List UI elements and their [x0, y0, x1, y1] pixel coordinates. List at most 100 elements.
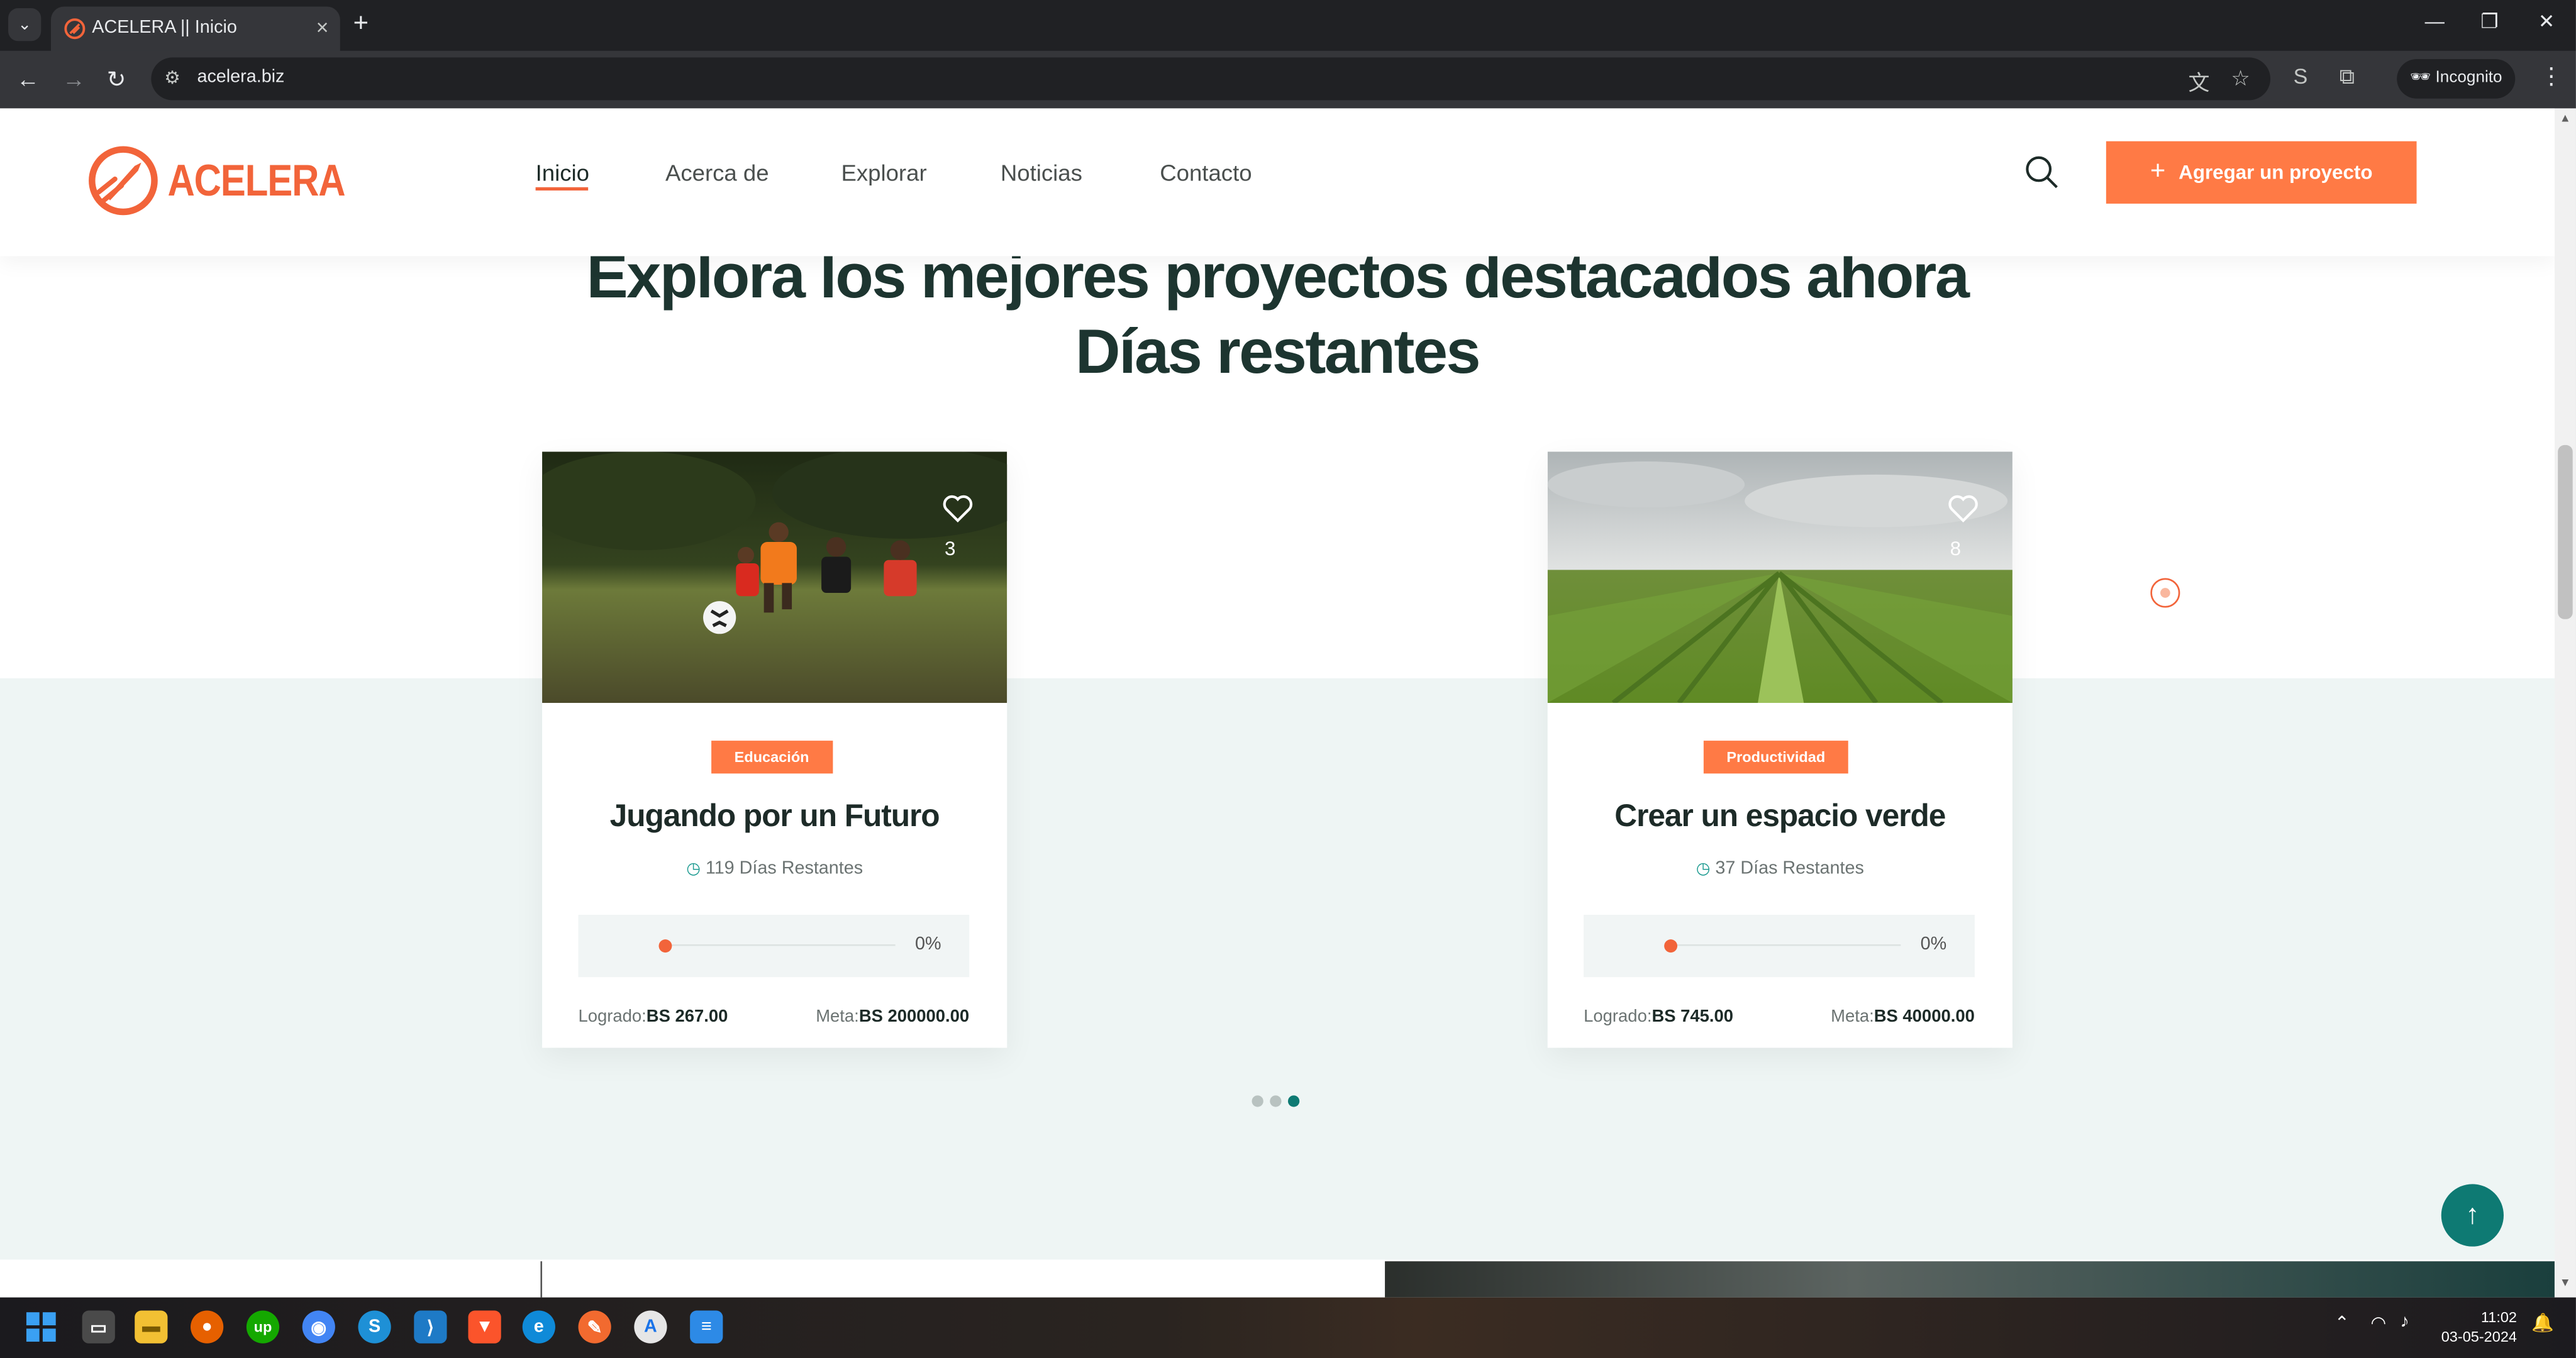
forward-icon[interactable]: → — [62, 64, 86, 94]
goal-amount: Meta:BS 200000.00 — [816, 1007, 969, 1026]
brave-icon[interactable]: ▼ — [468, 1310, 501, 1344]
project-card[interactable]: 8 Productividad Crear un espacio verde ◷… — [1547, 451, 2012, 1048]
tab-close-icon[interactable]: × — [316, 15, 329, 41]
minimize-icon[interactable]: — — [2425, 10, 2445, 33]
chrome-icon[interactable]: ◉ — [302, 1310, 335, 1344]
progress-indicator — [1664, 939, 1678, 953]
divider — [540, 1261, 543, 1298]
achieved-amount: Logrado:BS 745.00 — [1584, 1007, 1733, 1026]
goal-label: Meta: — [1831, 1007, 1874, 1027]
browser-toolbar: ← → ↻ ⚙ acelera.biz 文 ☆ S ⧉ 🕶 Incognito … — [0, 50, 2576, 109]
tray-overflow-icon[interactable]: ⌃ — [2334, 1312, 2350, 1333]
scroll-down-arrow-icon[interactable]: ▼ — [2560, 1278, 2571, 1289]
edge-icon[interactable]: e — [522, 1310, 555, 1344]
volume-icon[interactable]: ♪ — [2400, 1312, 2409, 1332]
category-badge[interactable]: Educación — [711, 741, 833, 774]
notifications-bell-icon[interactable]: 🔔 — [2531, 1312, 2554, 1333]
site-favicon-icon — [64, 18, 86, 40]
clock-date: 03-05-2024 — [2441, 1328, 2518, 1345]
upwork-icon[interactable]: up — [246, 1310, 280, 1344]
heart-icon[interactable] — [1946, 493, 1979, 526]
nav-acerca-de[interactable]: Acerca de — [665, 159, 769, 185]
progress-box: 0% — [1584, 914, 1975, 978]
file-explorer-icon[interactable]: ▬ — [135, 1310, 168, 1344]
progress-percent: 0% — [914, 934, 941, 954]
web-page: ACELERA Inicio Acerca de Explorar Notici… — [0, 108, 2555, 1298]
browser-tab[interactable]: ACELERA || Inicio × — [50, 6, 340, 51]
favorites-count: 3 — [945, 537, 956, 560]
carousel-dot[interactable] — [1270, 1095, 1282, 1107]
browser-menu-icon[interactable]: ⋮ — [2540, 62, 2563, 90]
scrollbar-thumb[interactable] — [2558, 444, 2573, 619]
days-remaining: ◷ 119 Días Restantes — [542, 859, 1007, 878]
firefox-icon[interactable]: ● — [191, 1310, 224, 1344]
project-title[interactable]: Crear un espacio verde — [1548, 800, 2012, 836]
scroll-to-top-button[interactable]: ↑ — [2441, 1184, 2504, 1247]
restore-icon[interactable]: ❐ — [2480, 10, 2498, 33]
scroll-up-arrow-icon[interactable]: ▲ — [2560, 113, 2571, 124]
achieved-amount: Logrado:BS 267.00 — [578, 1007, 728, 1026]
days-remaining: ◷ 37 Días Restantes — [1548, 859, 2012, 878]
postman-icon[interactable]: ✎ — [578, 1310, 611, 1344]
reload-icon[interactable]: ↻ — [107, 64, 126, 94]
incognito-label: Incognito — [2435, 69, 2502, 87]
achieved-label: Logrado: — [578, 1007, 647, 1027]
task-view-icon[interactable]: ▭ — [82, 1310, 115, 1344]
skype-icon[interactable]: S — [358, 1310, 391, 1344]
tab-search-icon[interactable]: ⌄ — [8, 8, 42, 41]
project-image[interactable]: 8 — [1547, 451, 2012, 704]
site-header: ACELERA Inicio Acerca de Explorar Notici… — [0, 108, 2555, 257]
new-tab-icon[interactable]: + — [353, 10, 369, 40]
carousel-dot[interactable] — [1252, 1095, 1263, 1107]
notepad-icon[interactable]: ≡ — [690, 1310, 723, 1344]
translate-icon[interactable]: 文 — [2188, 65, 2209, 97]
progress-indicator — [658, 939, 672, 953]
heart-icon[interactable] — [941, 493, 974, 526]
extension-s-icon[interactable]: S — [2294, 64, 2308, 89]
green-field-image — [1547, 451, 2012, 704]
vscode-icon[interactable]: ⟩ — [414, 1310, 447, 1344]
incognito-badge[interactable]: 🕶 Incognito — [2397, 59, 2516, 99]
clock-time: 11:02 — [2480, 1308, 2518, 1326]
back-icon[interactable]: ← — [16, 64, 40, 94]
next-section-image — [1385, 1261, 2555, 1298]
arrow-up-icon: ↑ — [2465, 1198, 2480, 1230]
section-background — [0, 678, 2555, 1260]
achieved-value: BS 267.00 — [646, 1007, 728, 1027]
close-window-icon[interactable]: ✕ — [2538, 10, 2555, 33]
add-project-button[interactable]: + Agregar un proyecto — [2106, 141, 2417, 204]
goal-value: BS 200000.00 — [858, 1007, 970, 1027]
category-badge[interactable]: Productividad — [1703, 741, 1848, 774]
nav-explorar[interactable]: Explorar — [841, 159, 926, 185]
progress-percent: 0% — [1920, 934, 1947, 954]
page-scrollbar[interactable]: ▲ ▼ — [2554, 108, 2576, 1298]
clock-icon: ◷ — [686, 860, 701, 879]
site-settings-icon[interactable]: ⚙ — [164, 67, 180, 89]
android-studio-icon[interactable]: A — [634, 1310, 667, 1344]
goal-value: BS 40000.00 — [1874, 1007, 1975, 1027]
project-title[interactable]: Jugando por un Futuro — [542, 800, 1007, 836]
goal-label: Meta: — [816, 1007, 859, 1027]
clock-icon: ◷ — [1696, 860, 1711, 879]
extensions-puzzle-icon[interactable]: ⧉ — [2340, 64, 2355, 91]
wifi-icon[interactable]: ◠ — [2370, 1312, 2386, 1333]
progress-box: 0% — [578, 914, 970, 978]
carousel-next-ring-icon[interactable] — [2150, 578, 2180, 608]
carousel-dot-active[interactable] — [1287, 1095, 1300, 1107]
favorites-count: 8 — [1950, 537, 1962, 560]
section-title-line2: Días restantes — [1075, 318, 1481, 388]
nav-contacto[interactable]: Contacto — [1160, 159, 1252, 185]
project-card[interactable]: 3 Educación Jugando por un Futuro ◷ 119 D… — [542, 451, 1008, 1048]
taskbar-clock[interactable]: 11:02 03-05-2024 — [2441, 1307, 2517, 1347]
nav-active-underline — [535, 187, 589, 191]
nav-noticias[interactable]: Noticias — [1001, 159, 1082, 185]
windows-start-icon[interactable] — [25, 1311, 57, 1344]
bookmark-star-icon[interactable]: ☆ — [2231, 65, 2250, 92]
project-image[interactable]: 3 — [542, 451, 1008, 704]
achieved-value: BS 745.00 — [1652, 1007, 1734, 1027]
progress-track — [1670, 944, 1901, 946]
nav-inicio[interactable]: Inicio — [536, 159, 589, 185]
site-logo[interactable]: ACELERA — [86, 143, 376, 218]
address-bar[interactable]: ⚙ acelera.biz 文 ☆ — [151, 57, 2271, 101]
search-icon[interactable] — [2024, 155, 2060, 190]
